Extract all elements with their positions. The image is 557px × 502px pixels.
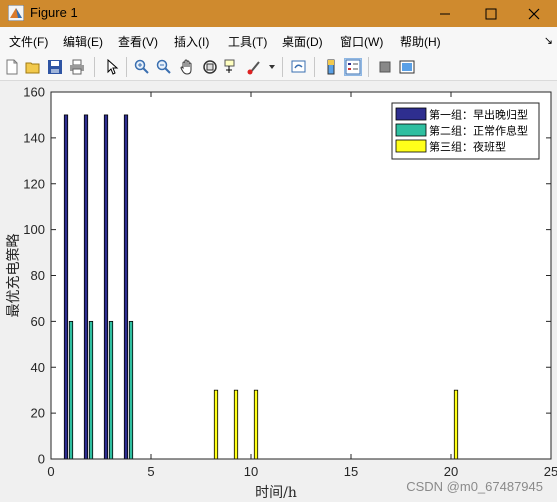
x-tick-label: 25 bbox=[544, 464, 557, 479]
pan-hand-icon bbox=[180, 59, 192, 75]
close-icon bbox=[528, 8, 540, 19]
menu-bar: 文件(F) 编辑(E) 查看(V) 插入(I) 工具(T) 桌面(D) 窗口(W… bbox=[0, 27, 557, 53]
bar-series-1 bbox=[63, 114, 69, 460]
bar-series-2 bbox=[128, 320, 134, 460]
legend-entry: 第一组：早出晚归型 bbox=[429, 108, 528, 122]
minimize-button[interactable] bbox=[422, 0, 468, 27]
bar-series-1 bbox=[123, 114, 129, 460]
y-tick-label: 40 bbox=[31, 360, 45, 375]
toolbar-separator bbox=[94, 57, 95, 77]
link-plot-icon bbox=[291, 60, 306, 73]
brush-button[interactable] bbox=[246, 58, 264, 76]
toolbar-separator bbox=[368, 57, 369, 77]
zoom-in-icon bbox=[134, 59, 149, 74]
toolbar-separator bbox=[282, 57, 283, 77]
y-tick-label: 100 bbox=[23, 222, 45, 237]
window-title: Figure 1 bbox=[30, 5, 78, 20]
brush-icon bbox=[247, 61, 260, 75]
close-button[interactable] bbox=[511, 0, 557, 27]
show-plot-tools-button[interactable] bbox=[398, 58, 416, 76]
legend-swatch bbox=[395, 139, 427, 153]
open-file-button[interactable] bbox=[24, 58, 42, 76]
menu-view[interactable]: 查看(V) bbox=[118, 33, 158, 50]
y-axis-label: 最优充电策略 bbox=[5, 234, 22, 318]
zoom-out-icon bbox=[156, 59, 171, 74]
hide-plot-tools-icon bbox=[379, 61, 391, 73]
toolbar-separator bbox=[126, 57, 127, 77]
x-tick-label: 20 bbox=[444, 464, 458, 479]
legend-swatch bbox=[395, 123, 427, 137]
edit-plot-button[interactable] bbox=[103, 58, 121, 76]
save-icon bbox=[48, 60, 62, 74]
print-button[interactable] bbox=[68, 58, 86, 76]
menu-window[interactable]: 窗口(W) bbox=[340, 33, 383, 50]
toolbar-separator bbox=[314, 57, 315, 77]
rotate-3d-button[interactable] bbox=[201, 58, 219, 76]
minimize-icon bbox=[440, 13, 450, 14]
x-tick-label: 15 bbox=[344, 464, 358, 479]
menu-file[interactable]: 文件(F) bbox=[9, 33, 48, 50]
bar-series-3 bbox=[213, 389, 219, 460]
zoom-out-button[interactable] bbox=[155, 58, 173, 76]
menu-edit[interactable]: 编辑(E) bbox=[63, 33, 103, 50]
bar-series-2 bbox=[68, 320, 74, 460]
zoom-in-button[interactable] bbox=[133, 58, 151, 76]
y-tick-label: 140 bbox=[23, 130, 45, 145]
print-icon bbox=[70, 59, 84, 75]
watermark-text: CSDN @m0_67487945 bbox=[406, 479, 543, 494]
y-tick-label: 0 bbox=[38, 452, 45, 467]
bar-series-3 bbox=[453, 389, 459, 460]
y-tick-label: 80 bbox=[31, 268, 45, 283]
dock-arrow-icon[interactable]: ↘ bbox=[544, 34, 553, 47]
x-tick-label: 10 bbox=[244, 464, 258, 479]
y-tick-label: 160 bbox=[23, 85, 45, 100]
edit-plot-arrow-icon bbox=[107, 59, 119, 75]
y-tick-label: 20 bbox=[31, 406, 45, 421]
show-plot-tools-icon bbox=[399, 60, 415, 74]
save-button[interactable] bbox=[46, 58, 64, 76]
bar-series-1 bbox=[103, 114, 109, 460]
open-file-icon bbox=[25, 62, 40, 74]
bar-chart: 0 5 10 15 20 25 0 20 40 60 80 100 120 140 160 时间/h 最优充电策… bbox=[5, 85, 557, 502]
bar-series-1 bbox=[83, 114, 89, 460]
menu-tools[interactable]: 工具(T) bbox=[228, 33, 267, 50]
new-figure-icon bbox=[6, 59, 18, 75]
insert-colorbar-button[interactable] bbox=[322, 58, 340, 76]
maximize-button[interactable] bbox=[468, 0, 514, 27]
insert-colorbar-icon bbox=[327, 59, 335, 75]
title-bar: Figure 1 bbox=[0, 0, 557, 27]
toolbar bbox=[0, 53, 557, 81]
insert-legend-icon bbox=[345, 59, 361, 75]
x-axis-label: 时间/h bbox=[255, 485, 297, 501]
legend-swatch bbox=[395, 107, 427, 121]
menu-insert[interactable]: 插入(I) bbox=[174, 33, 209, 50]
link-plot-button[interactable] bbox=[290, 58, 308, 76]
chevron-down-icon bbox=[269, 65, 275, 69]
legend-entry: 第三组：夜班型 bbox=[429, 140, 506, 154]
matlab-figure-icon bbox=[8, 5, 24, 21]
x-tick-label: 5 bbox=[147, 464, 154, 479]
menu-desktop[interactable]: 桌面(D) bbox=[282, 33, 323, 50]
legend-entry: 第二组：正常作息型 bbox=[429, 124, 528, 138]
hide-plot-tools-button[interactable] bbox=[376, 58, 394, 76]
bar-series-3 bbox=[253, 389, 259, 460]
rotate-3d-icon bbox=[203, 60, 217, 74]
new-figure-button[interactable] bbox=[3, 58, 21, 76]
insert-legend-button[interactable] bbox=[344, 58, 362, 76]
pan-button[interactable] bbox=[178, 58, 196, 76]
y-tick-label: 60 bbox=[31, 314, 45, 329]
data-cursor-icon bbox=[224, 59, 235, 73]
brush-dropdown[interactable] bbox=[263, 58, 281, 76]
bar-series-2 bbox=[108, 320, 114, 460]
menu-help[interactable]: 帮助(H) bbox=[400, 33, 441, 50]
y-tick-label: 120 bbox=[23, 176, 45, 191]
maximize-icon bbox=[485, 8, 497, 19]
data-cursor-button[interactable] bbox=[223, 58, 241, 76]
x-tick-label: 0 bbox=[47, 464, 54, 479]
bar-series-2 bbox=[88, 320, 94, 460]
bar-series-3 bbox=[233, 389, 239, 460]
